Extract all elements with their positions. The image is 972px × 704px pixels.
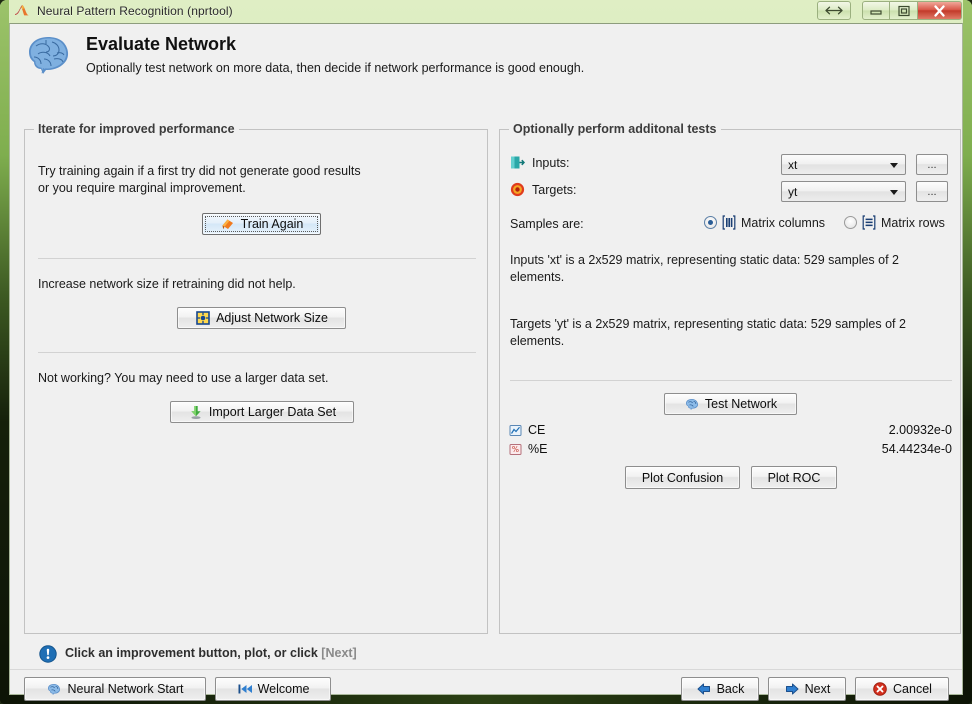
back-button[interactable]: Back: [681, 677, 759, 701]
neural-network-start-label: Neural Network Start: [67, 682, 184, 696]
chevron-down-icon: [890, 162, 898, 168]
window-controls: [817, 1, 962, 20]
brain-small-icon: [46, 681, 62, 697]
percent-error-name: %E: [528, 442, 548, 456]
targets-dropdown[interactable]: yt: [781, 181, 906, 202]
cancel-icon: [872, 681, 888, 697]
status-bar: Click an improvement button, plot, or cl…: [10, 642, 962, 676]
import-data-description: Not working? You may need to use a large…: [38, 371, 329, 385]
plot-roc-button[interactable]: Plot ROC: [751, 466, 837, 489]
additional-tests-panel-title: Optionally perform additonal tests: [509, 122, 721, 136]
ce-metric-icon: [509, 424, 522, 437]
test-network-button[interactable]: Test Network: [664, 393, 797, 415]
divider-1: [38, 258, 476, 259]
train-again-label: Train Again: [240, 217, 304, 231]
targets-dropdown-value: yt: [788, 184, 798, 199]
footer-divider: [10, 669, 962, 670]
footer-bar: Neural Network Start Welcome Back Next C…: [10, 672, 962, 704]
divider-3: [510, 380, 952, 381]
targets-label: Targets:: [532, 183, 577, 197]
import-larger-data-set-button[interactable]: Import Larger Data Set: [170, 401, 354, 423]
matrix-rows-icon: [862, 215, 876, 230]
samples-are-label: Samples are:: [510, 217, 584, 231]
radio-indicator-rows: [844, 216, 857, 229]
chevron-down-icon: [890, 189, 898, 195]
client-area: Evaluate Network Optionally test network…: [9, 23, 963, 701]
import-larger-data-set-label: Import Larger Data Set: [208, 405, 337, 419]
train-again-description-line2: or you require marginal improvement.: [38, 181, 246, 195]
welcome-button[interactable]: Welcome: [215, 677, 331, 701]
train-again-description-line1: Try training again if a first try did no…: [38, 164, 361, 178]
title-bar: Neural Pattern Recognition (nprtool): [0, 0, 972, 22]
adjust-network-size-label: Adjust Network Size: [216, 311, 328, 325]
ellipsis-icon: ...: [927, 186, 937, 198]
status-message: Click an improvement button, plot, or cl…: [65, 646, 357, 660]
back-label: Back: [716, 682, 745, 696]
arrow-right-icon: [784, 681, 800, 697]
page-header: Evaluate Network Optionally test network…: [10, 24, 962, 91]
import-data-icon: [188, 404, 204, 420]
test-network-label: Test Network: [704, 397, 778, 411]
brain-small-icon: [684, 396, 700, 412]
samples-matrix-columns-radio[interactable]: Matrix columns: [704, 215, 825, 230]
train-again-icon: [220, 216, 236, 232]
inputs-label: Inputs:: [532, 156, 570, 170]
cancel-button[interactable]: Cancel: [855, 677, 949, 701]
plot-confusion-button[interactable]: Plot Confusion: [625, 466, 740, 489]
next-button[interactable]: Next: [768, 677, 846, 701]
inputs-icon: [510, 155, 526, 170]
percent-error-value: 54.44234e-0: [881, 442, 952, 456]
brain-icon: [24, 32, 74, 80]
minimize-button[interactable]: [862, 1, 890, 20]
samples-matrix-rows-radio[interactable]: Matrix rows: [844, 215, 945, 230]
targets-description: Targets 'yt' is a 2x529 matrix, represen…: [510, 317, 906, 348]
page-title: Evaluate Network: [86, 34, 237, 54]
adjust-network-description: Increase network size if retraining did …: [38, 277, 296, 291]
window-frame-right: [963, 0, 972, 704]
adjust-network-size-button[interactable]: Adjust Network Size: [177, 307, 346, 329]
window-title: Neural Pattern Recognition (nprtool): [37, 4, 233, 18]
inputs-dropdown[interactable]: xt: [781, 154, 906, 175]
welcome-label: Welcome: [257, 682, 310, 696]
svg-text:%: %: [512, 445, 519, 454]
ellipsis-icon: ...: [927, 159, 937, 171]
neural-network-start-button[interactable]: Neural Network Start: [24, 677, 206, 701]
radio-indicator-columns: [704, 216, 717, 229]
next-label: Next: [804, 682, 831, 696]
resize-arrows-button[interactable]: [817, 1, 851, 20]
window-frame-left: [0, 0, 9, 704]
samples-matrix-columns-label: Matrix columns: [741, 215, 826, 230]
page-subtitle: Optionally test network on more data, th…: [86, 61, 585, 75]
iterate-panel-title: Iterate for improved performance: [34, 122, 239, 136]
divider-2: [38, 352, 476, 353]
matlab-membrane-icon: [14, 3, 30, 19]
train-again-button[interactable]: Train Again: [202, 213, 321, 235]
application-window: Neural Pattern Recognition (nprtool) Eva…: [0, 0, 972, 704]
info-icon: [39, 645, 57, 663]
iterate-panel: Iterate for improved performance Try tra…: [24, 122, 488, 634]
samples-matrix-rows-label: Matrix rows: [881, 215, 945, 230]
plot-roc-label: Plot ROC: [767, 470, 821, 485]
ce-metric-name: CE: [528, 423, 546, 437]
adjust-network-size-icon: [195, 310, 211, 326]
targets-bullseye-icon: [510, 182, 525, 197]
matrix-columns-icon: [722, 215, 736, 230]
inputs-dropdown-value: xt: [788, 157, 798, 172]
maximize-button[interactable]: [890, 1, 918, 20]
inputs-description: Inputs 'xt' is a 2x529 matrix, represent…: [510, 253, 900, 284]
cancel-label: Cancel: [893, 682, 932, 696]
percent-error-icon: %: [509, 443, 522, 456]
plot-confusion-label: Plot Confusion: [641, 470, 724, 485]
rewind-icon: [237, 681, 253, 697]
close-button[interactable]: [918, 1, 962, 20]
targets-browse-button[interactable]: ...: [916, 181, 948, 202]
status-message-next: [Next]: [321, 646, 357, 660]
arrow-left-icon: [696, 681, 712, 697]
status-message-main: Click an improvement button, plot, or cl…: [65, 646, 322, 660]
ce-metric-value: 2.00932e-0: [888, 423, 952, 437]
inputs-browse-button[interactable]: ...: [916, 154, 948, 175]
additional-tests-panel: Optionally perform additonal tests Input…: [499, 122, 961, 634]
